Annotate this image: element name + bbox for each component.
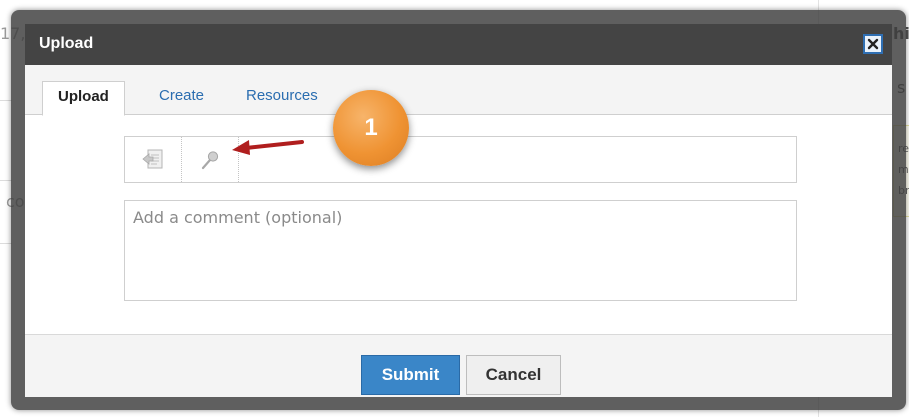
upload-file-button[interactable] bbox=[125, 137, 182, 182]
dialog-titlebar: Upload bbox=[25, 24, 892, 65]
upload-toolbar bbox=[124, 136, 797, 183]
tab-upload[interactable]: Upload bbox=[42, 81, 125, 116]
annotation-step-badge: 1 bbox=[333, 90, 409, 166]
close-icon bbox=[867, 38, 879, 50]
microphone-icon bbox=[201, 150, 219, 169]
annotation-arrow-icon bbox=[232, 140, 304, 155]
close-button[interactable] bbox=[863, 34, 883, 54]
upload-dialog: Upload Upload Create Resources Add a com… bbox=[25, 24, 892, 397]
dialog-title: Upload bbox=[39, 35, 94, 52]
cancel-button[interactable]: Cancel bbox=[466, 355, 561, 395]
submit-button[interactable]: Submit bbox=[361, 355, 460, 395]
tab-resources[interactable]: Resources bbox=[246, 81, 318, 115]
tab-create[interactable]: Create bbox=[159, 81, 204, 115]
dialog-footer: Submit Cancel bbox=[25, 334, 892, 397]
tab-bar: Upload Create Resources bbox=[25, 65, 892, 116]
comment-input[interactable] bbox=[124, 200, 797, 301]
upload-file-icon bbox=[142, 149, 163, 168]
